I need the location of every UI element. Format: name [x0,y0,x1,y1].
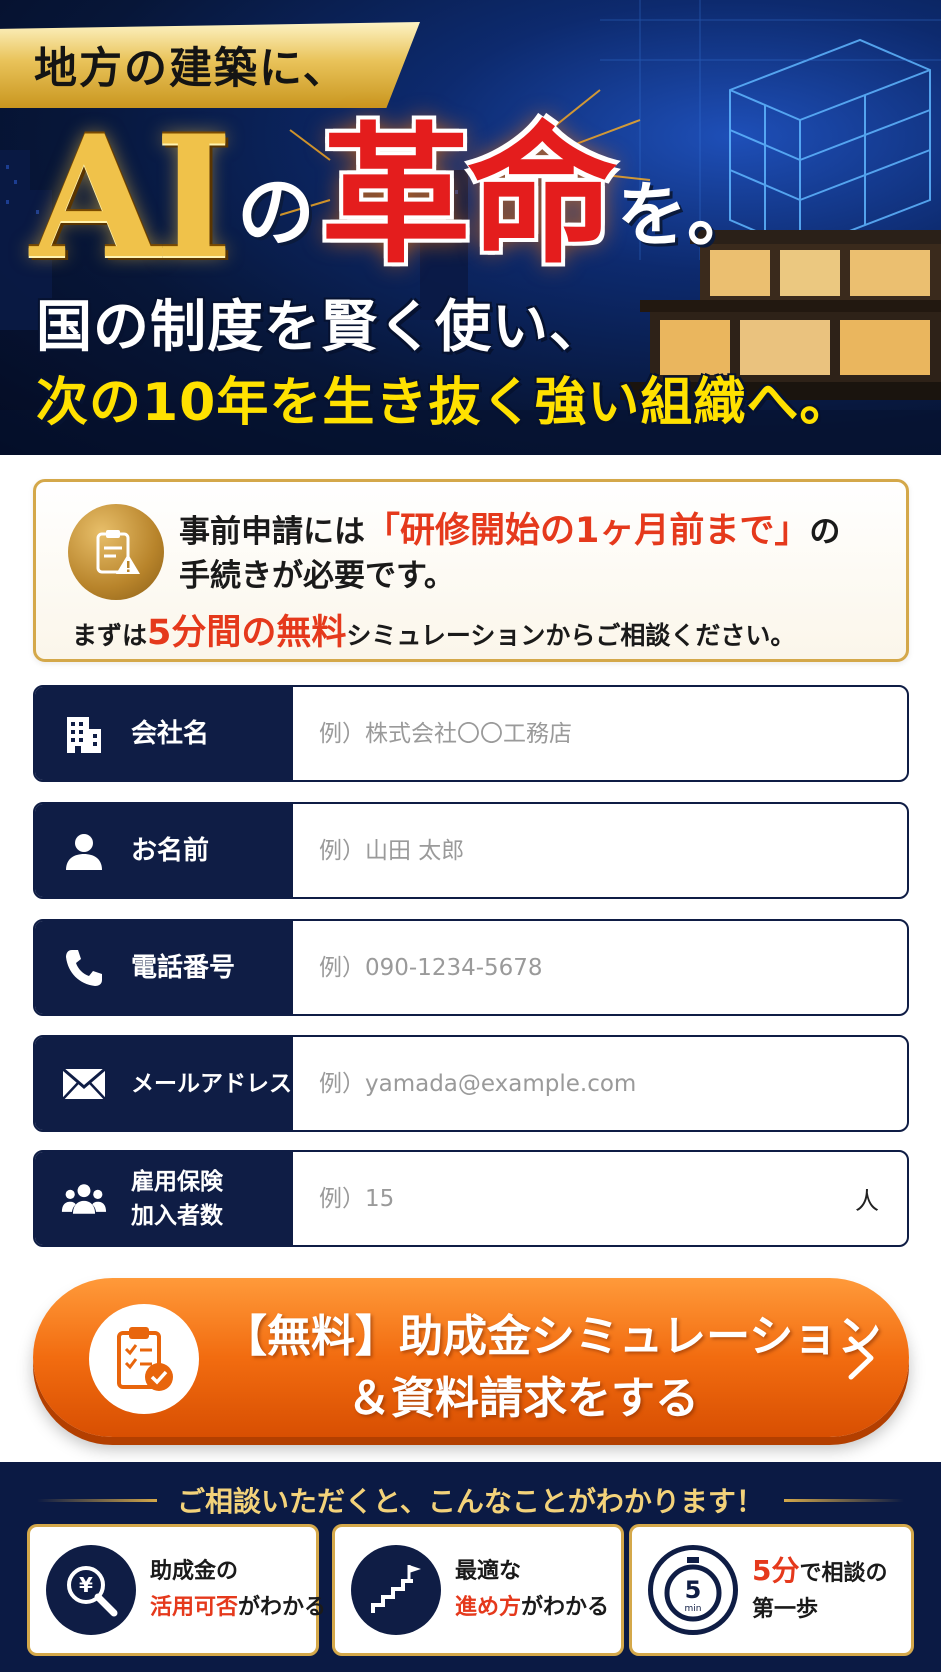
company-label-block: 会社名 [35,687,293,780]
benefit-card-approach: 最適な 進め方がわかる [332,1524,624,1656]
notice-line3-pre: まずは [72,621,148,650]
cta-line1: 【無料】助成金シミュレーション [223,1311,882,1362]
name-label: お名前 [131,835,210,866]
envelope-icon [61,1061,107,1107]
stopwatch-icon: 5 min [648,1545,738,1635]
person-icon [61,828,107,874]
email-label-block: メールアドレス [35,1037,293,1130]
stopwatch-number: 5 [685,1576,702,1604]
notice-deadline-highlight: 「研修開始の1ヶ月前まで」 [365,511,810,551]
phone-icon [61,945,107,991]
company-field: 会社名 [33,685,909,782]
employees-field: 雇用保険 加入者数 人 [33,1150,909,1247]
hero-lead-line1: 国の制度を賢く使い、 [36,295,606,360]
benefit-card-first-step: 5 min 5分で相談の 第一歩 [629,1524,914,1656]
stopwatch-unit: min [685,1604,702,1614]
clipboard-warning-icon [68,504,164,600]
gold-divider-left [37,1498,158,1502]
benefit1-line1: 助成金の [150,1559,239,1584]
stairs-flag-icon [351,1545,441,1635]
benefits-section: ご相談いただくと、こんなことがわかります！ ¥ 助成金の 活用可否がわかる 最適… [0,1462,941,1672]
benefits-title-row: ご相談いただくと、こんなことがわかります！ [0,1480,941,1520]
employees-label: 雇用保険 加入者数 [131,1165,223,1233]
notice-line1: 事前申請には「研修開始の1ヶ月前まで」の [179,502,840,553]
hero-ribbon-text: 地方の建築に、 [34,44,348,94]
employees-label-block: 雇用保険 加入者数 [35,1152,293,1245]
company-label: 会社名 [131,718,210,749]
hero-ribbon: 地方の建築に、 [0,22,420,108]
benefit1-line2: 活用可否がわかる [150,1590,326,1626]
benefit-card-approach-text: 最適な 進め方がわかる [455,1554,609,1626]
email-label: メールアドレス [131,1070,292,1097]
notice-box: 事前申請には「研修開始の1ヶ月前まで」の 手続きが必要です。 まずは5分間の無料… [33,479,909,662]
benefit-card-first-step-text: 5分で相談の 第一歩 [752,1553,888,1628]
cta-line2: ＆資料請求をする [347,1373,699,1424]
phone-input[interactable] [293,921,907,1014]
notice-line2: 手続きが必要です。 [179,558,455,594]
hero-wo-text: を。 [616,174,757,256]
employees-input[interactable] [293,1152,827,1245]
benefit3-highlight: 5分 [752,1553,800,1587]
employees-label-line1: 雇用保険 [131,1168,223,1195]
name-input[interactable] [293,804,907,897]
benefit-card-eligibility: ¥ 助成金の 活用可否がわかる [27,1524,326,1656]
group-icon [61,1176,107,1222]
benefit2-line2-post: がわかる [521,1595,610,1620]
notice-free-highlight: 5分間の無料 [147,613,347,653]
employees-unit: 人 [855,1187,879,1215]
yen-magnifier-icon: ¥ [46,1545,136,1635]
name-field: お名前 [33,802,909,899]
benefit1-highlight: 活用可否 [150,1595,239,1620]
chevron-right-icon [848,1336,874,1380]
benefit2-line2: 進め方がわかる [455,1590,609,1626]
benefit3-line1: 5分で相談の [752,1553,888,1592]
email-input[interactable] [293,1037,907,1130]
svg-text:¥: ¥ [79,1573,93,1597]
email-field: メールアドレス [33,1035,909,1132]
benefit3-line1-post: で相談の [799,1560,888,1586]
phone-label-block: 電話番号 [35,921,293,1014]
building-icon [61,711,107,757]
notice-line1-pre: 事前申請には [179,514,365,550]
benefit3-line2: 第一歩 [752,1596,819,1622]
employees-label-line2: 加入者数 [131,1202,223,1229]
notice-line3: まずは5分間の無料シミュレーションからご相談ください。 [72,604,795,655]
submit-simulation-button[interactable]: 【無料】助成金シミュレーション ＆資料請求をする [33,1278,909,1437]
phone-label: 電話番号 [131,952,236,983]
name-label-block: お名前 [35,804,293,897]
hero-headline: AI の 革命 を。 [30,98,757,296]
hero-banner: 地方の建築に、 AI の 革命 を。 国の制度を賢く使い、 次の10年を生き抜く… [0,0,941,455]
gold-divider-right [783,1498,904,1502]
company-input[interactable] [293,687,907,780]
benefit2-highlight: 進め方 [455,1595,522,1620]
hero-kakumei-text: 革命 [320,110,617,284]
hero-lead-line2: 次の10年を生き抜く強い組織へ。 [36,373,853,433]
clipboard-check-icon [89,1304,199,1414]
notice-line1-post: の [809,514,841,550]
phone-field: 電話番号 [33,919,909,1016]
benefits-title: ご相談いただくと、こんなことがわかります！ [177,1485,764,1518]
hero-ai-text: AI [30,98,233,296]
notice-line3-post: シミュレーションからご相談ください。 [346,621,796,650]
benefit2-line1: 最適な [455,1559,522,1584]
hero-no-text: の [236,168,315,258]
benefit-card-eligibility-text: 助成金の 活用可否がわかる [150,1554,326,1626]
benefit1-line2-post: がわかる [238,1595,327,1620]
